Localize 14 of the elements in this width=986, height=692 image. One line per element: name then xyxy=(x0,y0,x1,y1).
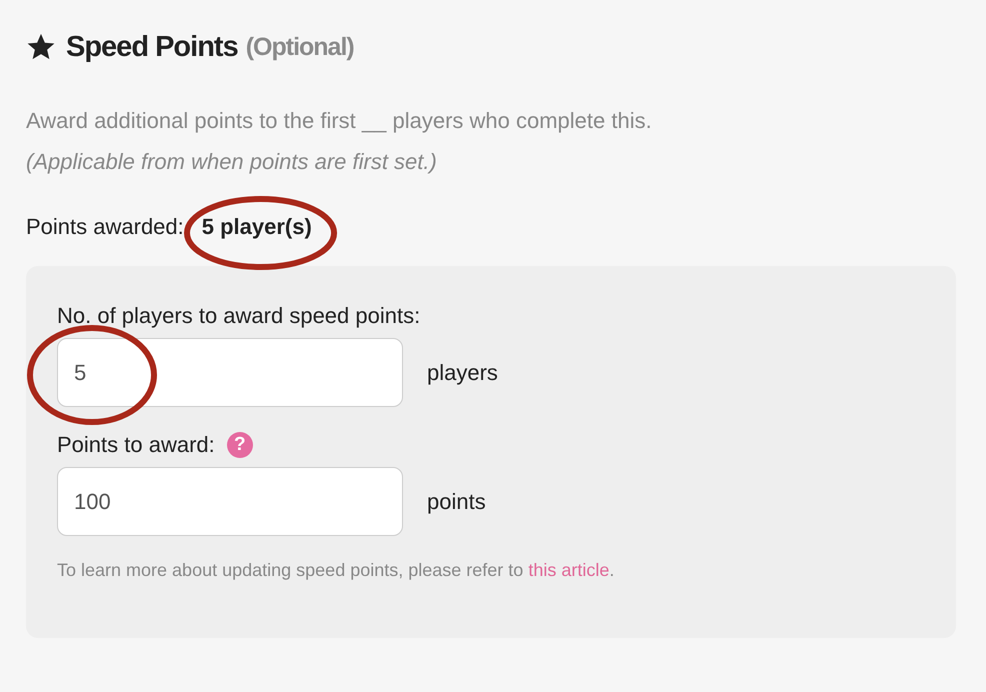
unit-label: players xyxy=(427,360,498,386)
optional-note: (Optional) xyxy=(246,32,354,62)
description-note: (Applicable from when points are first set.) xyxy=(26,148,438,176)
number-field[interactable]: 5 xyxy=(57,338,403,407)
description: Award additional points to the first __ players who complete this. xyxy=(26,107,653,135)
summary-value: 5 player(s) xyxy=(202,214,312,240)
field-label: No. of players to award speed points: xyxy=(57,303,420,329)
star-icon xyxy=(26,32,56,62)
summary-label: Points awarded: xyxy=(26,214,184,240)
field-label: Points to award: xyxy=(57,432,215,458)
help-text: To learn more about updating speed points, please refer to this article. xyxy=(57,560,616,581)
section-title: Speed Points xyxy=(66,30,238,64)
unit-label: points xyxy=(427,488,486,514)
number-field[interactable]: 100 xyxy=(57,467,403,536)
